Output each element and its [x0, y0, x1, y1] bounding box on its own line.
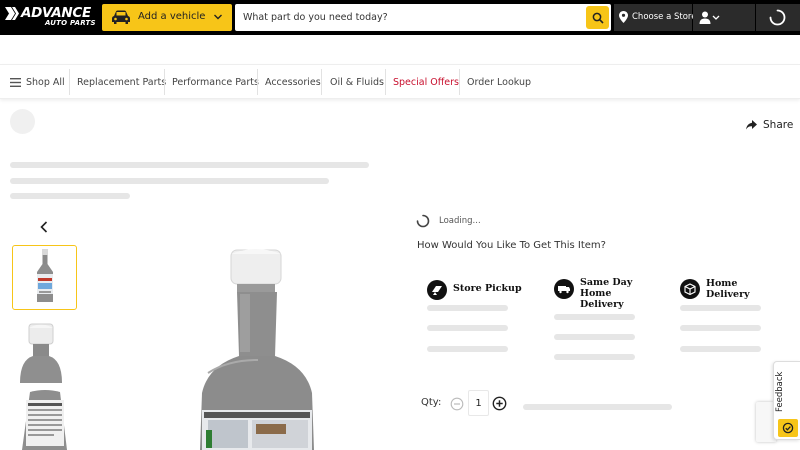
- share-icon: [746, 120, 757, 130]
- nav-shop-all-label: Shop All: [26, 76, 65, 88]
- fulfillment-option-home-delivery[interactable]: Home Delivery: [680, 278, 756, 300]
- search-button[interactable]: [586, 6, 609, 29]
- quantity-increase-icon[interactable]: [492, 396, 507, 411]
- fulfillment-option-store-pickup[interactable]: Store Pickup: [427, 280, 522, 300]
- advance-auto-parts-logo[interactable]: ADVANCE AUTO PARTS: [5, 5, 99, 30]
- main-nav: Shop All Replacement Parts Performance P…: [0, 64, 800, 99]
- option-skeleton-line: [427, 346, 508, 352]
- title-skeleton-line: [10, 178, 329, 184]
- add-vehicle-label: Add a vehicle: [138, 11, 206, 22]
- option-skeleton-line: [680, 346, 761, 352]
- fulfillment-option-same-day-delivery[interactable]: Same Day Home Delivery: [554, 277, 638, 310]
- nav-oil-fluids[interactable]: Oil & Fluids: [330, 65, 384, 99]
- top-bar: ADVANCE AUTO PARTS Add a vehicle Cho: [0, 0, 800, 35]
- thumbnail-prev-arrow-icon[interactable]: [38, 220, 50, 234]
- logo-text-advance: ADVANCE: [21, 5, 91, 21]
- logo-text-auto-parts: AUTO PARTS: [45, 19, 96, 27]
- option-skeleton-line: [554, 354, 635, 360]
- same-day-delivery-label: Same Day Home Delivery: [580, 277, 633, 310]
- quantity-decrease-icon[interactable]: [450, 397, 464, 411]
- loading-text: Loading...: [439, 216, 481, 226]
- search-input[interactable]: [243, 8, 573, 27]
- option-skeleton-line: [554, 314, 635, 320]
- loading-spinner-icon: [416, 214, 430, 228]
- quantity-label: Qty:: [421, 397, 442, 408]
- bottle-label-thumbnail-image: [22, 390, 67, 450]
- fulfillment-title: How Would You Like To Get This Item?: [417, 240, 606, 251]
- location-pin-icon: [619, 11, 628, 23]
- account-icon: [699, 11, 720, 24]
- search-bar: [235, 4, 611, 31]
- loading-placeholder-circle: [10, 109, 35, 134]
- loading-indicator: Loading...: [416, 214, 481, 228]
- nav-divider: [385, 69, 386, 95]
- home-delivery-label: Home Delivery: [706, 278, 750, 300]
- nav-shop-all[interactable]: Shop All: [10, 65, 65, 99]
- product-main-image[interactable]: [188, 248, 328, 450]
- logo-mark-icon: [5, 6, 19, 20]
- feedback-icon: [778, 419, 798, 437]
- title-skeleton-line: [10, 193, 130, 199]
- store-pickup-icon: [427, 280, 447, 300]
- store-pickup-label: Store Pickup: [453, 283, 522, 294]
- nav-divider: [321, 69, 322, 95]
- feedback-tab[interactable]: Feedback: [773, 361, 800, 440]
- car-icon: [112, 10, 130, 24]
- nav-divider: [459, 69, 460, 95]
- choose-store-label: Choose a Store: [632, 12, 697, 22]
- loading-spinner-icon: [769, 9, 786, 26]
- nav-divider: [257, 69, 258, 95]
- title-skeleton-line: [10, 162, 369, 168]
- share-button[interactable]: Share: [746, 119, 793, 131]
- chevron-down-icon: [214, 14, 222, 20]
- search-icon: [592, 12, 604, 24]
- choose-store-button[interactable]: Choose a Store: [614, 4, 696, 31]
- quantity-input[interactable]: 1: [468, 390, 489, 416]
- nav-divider: [69, 69, 70, 95]
- box-icon: [680, 279, 700, 299]
- bottle-thumbnail-image: [37, 249, 53, 302]
- product-thumbnail[interactable]: [12, 388, 77, 450]
- product-thumbnail[interactable]: [12, 318, 77, 383]
- option-skeleton-line: [427, 325, 508, 331]
- option-skeleton-line: [680, 325, 761, 331]
- same-day-delivery-icon: [554, 279, 574, 299]
- nav-order-lookup[interactable]: Order Lookup: [467, 65, 531, 99]
- bottle-cap-thumbnail-image: [20, 323, 62, 383]
- option-skeleton-line: [554, 334, 635, 340]
- nav-divider: [164, 69, 165, 95]
- cart-button[interactable]: [756, 4, 800, 31]
- nav-performance-parts[interactable]: Performance Parts: [172, 65, 259, 99]
- account-button[interactable]: [693, 4, 755, 31]
- nav-accessories[interactable]: Accessories: [265, 65, 321, 99]
- feedback-label: Feedback: [775, 371, 785, 412]
- option-skeleton-line: [427, 305, 508, 311]
- menu-icon: [10, 77, 21, 87]
- product-thumbnail[interactable]: [12, 245, 77, 310]
- share-label: Share: [763, 119, 794, 131]
- add-vehicle-button[interactable]: Add a vehicle: [102, 4, 232, 31]
- add-to-cart-skeleton: [523, 404, 672, 410]
- nav-special-offers[interactable]: Special Offers: [393, 65, 459, 99]
- nav-replacement-parts[interactable]: Replacement Parts: [77, 65, 166, 99]
- option-skeleton-line: [680, 305, 761, 311]
